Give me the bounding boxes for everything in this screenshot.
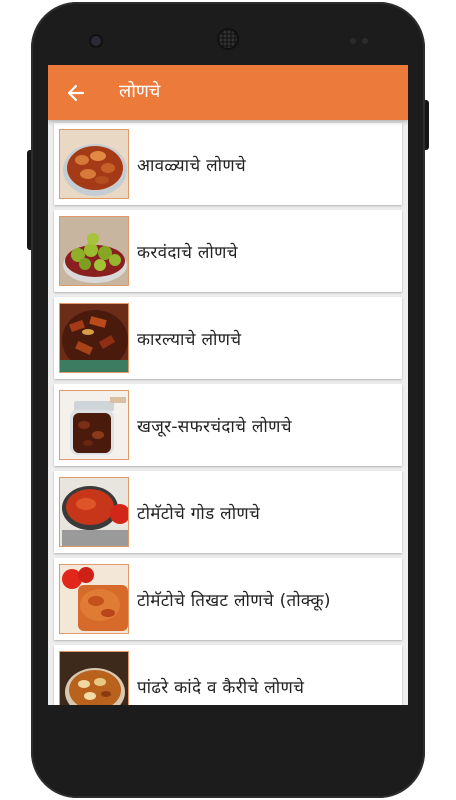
item-label: टोमॅटोचे गोड लोणचे: [137, 503, 261, 524]
app-bar: लोणचे: [48, 65, 408, 120]
pickle-list: आवळ्याचे लोणचे करवंदाचे लोणचे कारल्याचे …: [54, 123, 402, 705]
item-label: टोमॅटोचे तिखट लोणचे (तोक्कू): [137, 590, 331, 611]
arrow-back-icon: [67, 84, 85, 102]
front-camera: [91, 36, 101, 46]
list-item[interactable]: खजूर-सफरचंदाचे लोणचे: [54, 384, 402, 466]
date-apple-pickle-photo: [59, 390, 129, 460]
app-screen: लोणचे आवळ्याचे लोणचे करवंदाचे लोणचे कारल…: [48, 65, 408, 705]
list-item[interactable]: टोमॅटोचे गोड लोणचे: [54, 471, 402, 553]
list-item[interactable]: कारल्याचे लोणचे: [54, 297, 402, 379]
list-item[interactable]: करवंदाचे लोणचे: [54, 210, 402, 292]
karvanda-pickle-photo: [59, 216, 129, 286]
item-label: पांढरे कांदे व कैरीचे लोणचे: [137, 677, 305, 698]
list-item[interactable]: आवळ्याचे लोणचे: [54, 123, 402, 205]
earpiece-speaker: [219, 30, 237, 48]
onion-mango-pickle-photo: [59, 651, 129, 705]
spicy-tomato-thokku-photo: [59, 564, 129, 634]
item-label: खजूर-सफरचंदाचे लोणचे: [137, 416, 292, 437]
bitter-gourd-pickle-photo: [59, 303, 129, 373]
list-item[interactable]: टोमॅटोचे तिखट लोणचे (तोक्कू): [54, 558, 402, 640]
page-title: लोणचे: [119, 81, 161, 102]
amla-pickle-photo: [59, 129, 129, 199]
proximity-sensor: [350, 38, 356, 44]
back-button[interactable]: [62, 79, 90, 107]
item-label: आवळ्याचे लोणचे: [137, 155, 247, 176]
item-label: कारल्याचे लोणचे: [137, 329, 242, 350]
list-item[interactable]: पांढरे कांदे व कैरीचे लोणचे: [54, 645, 402, 705]
sweet-tomato-pickle-photo: [59, 477, 129, 547]
light-sensor: [362, 38, 368, 44]
item-label: करवंदाचे लोणचे: [137, 242, 238, 263]
